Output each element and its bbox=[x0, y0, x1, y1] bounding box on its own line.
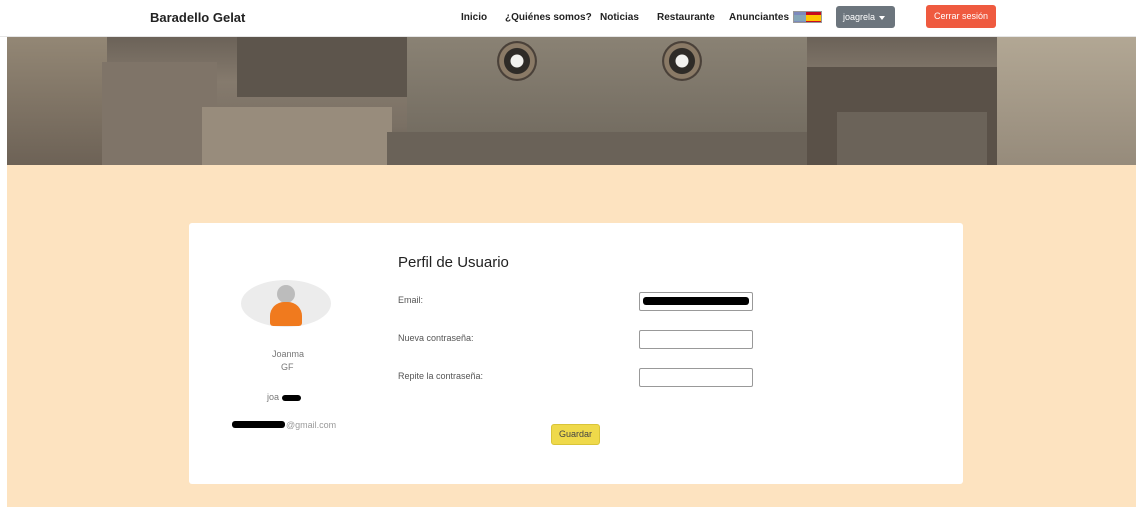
repeat-password-label: Repite la contraseña: bbox=[398, 371, 484, 381]
page-title: Perfil de Usuario bbox=[398, 254, 509, 271]
username-redaction bbox=[282, 395, 301, 401]
caret-down-icon bbox=[879, 15, 886, 20]
email-redaction bbox=[232, 421, 285, 428]
email-field-redaction bbox=[643, 297, 749, 305]
profile-username: joa bbox=[267, 392, 280, 402]
save-button[interactable]: Guardar bbox=[551, 424, 600, 445]
navbar: Baradello Gelat Inicio ¿Quiénes somos? N… bbox=[0, 0, 1136, 37]
user-dropdown-label: joagrela bbox=[843, 12, 876, 22]
repeat-password-field[interactable] bbox=[639, 368, 753, 387]
user-dropdown[interactable]: joagrela bbox=[836, 6, 895, 28]
brand-logo[interactable]: Baradello Gelat bbox=[150, 10, 245, 25]
new-password-label: Nueva contraseña: bbox=[398, 333, 474, 343]
new-password-field[interactable] bbox=[639, 330, 753, 349]
nav-link-restaurante[interactable]: Restaurante bbox=[657, 12, 715, 23]
profile-last-name: GF bbox=[281, 362, 294, 372]
email-label: Email: bbox=[398, 295, 424, 305]
nav-link-noticias[interactable]: Noticias bbox=[600, 12, 639, 23]
hero-banner-image bbox=[7, 37, 1136, 165]
spain-flag-icon[interactable] bbox=[793, 11, 822, 23]
user-avatar-icon bbox=[241, 280, 331, 327]
profile-email: @gmail.com bbox=[286, 420, 337, 430]
logout-button[interactable]: Cerrar sesión bbox=[926, 5, 996, 28]
nav-link-quienes-somos[interactable]: ¿Quiénes somos? bbox=[505, 12, 592, 23]
nav-link-inicio[interactable]: Inicio bbox=[461, 12, 487, 23]
profile-first-name: Joanma bbox=[272, 349, 305, 359]
nav-link-anunciantes[interactable]: Anunciantes bbox=[729, 12, 789, 23]
